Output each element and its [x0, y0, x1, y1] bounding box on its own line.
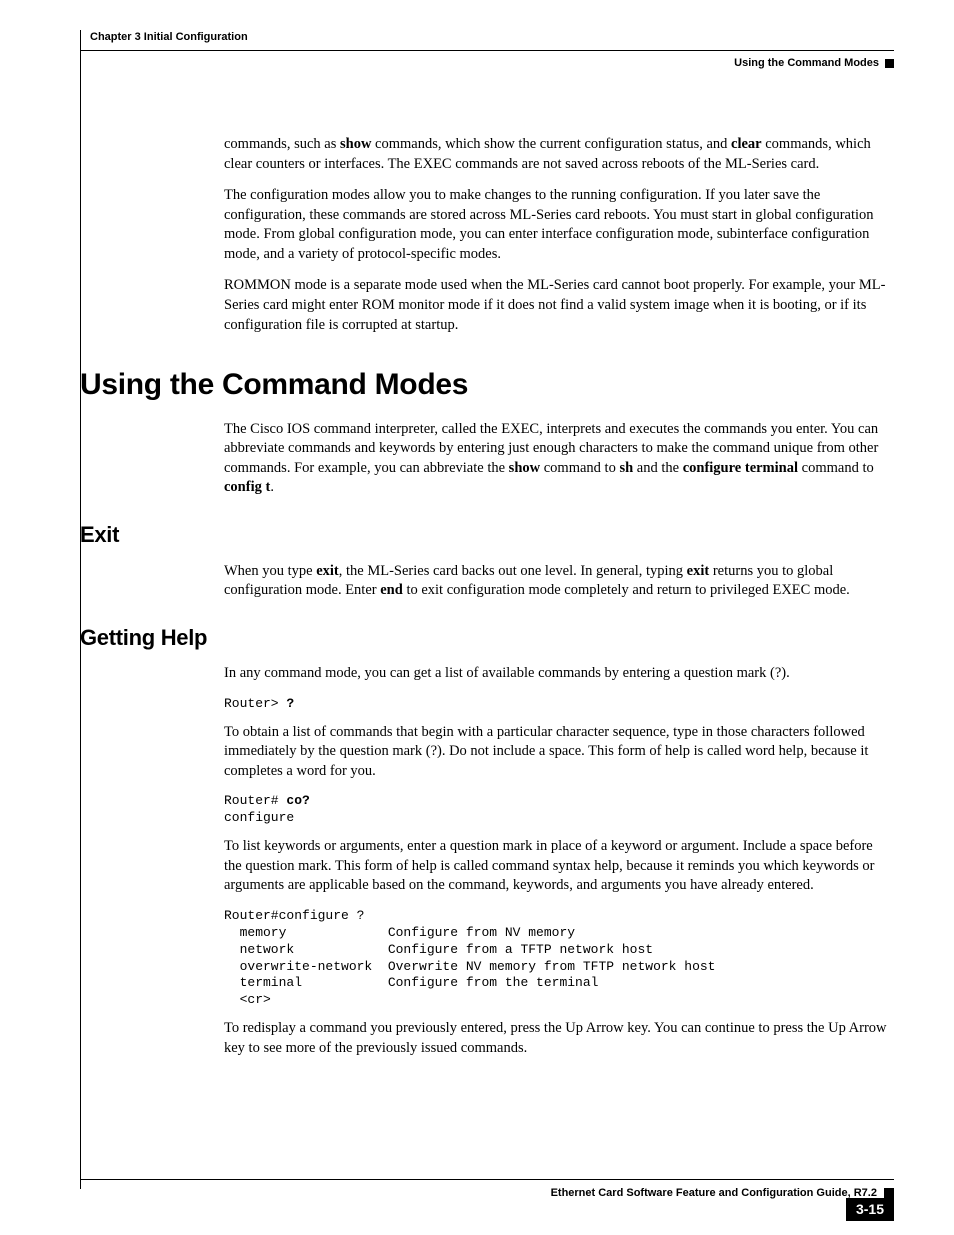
chapter-label: Chapter 3 Initial Configuration: [90, 30, 894, 45]
header-block-icon: [885, 59, 894, 68]
code-block-2: Router# co? configure: [224, 793, 894, 827]
section-crumb-text: Using the Command Modes: [734, 57, 879, 69]
code-block-1: Router> ?: [224, 696, 894, 713]
exit-p1: When you type exit, the ML-Series card b…: [224, 562, 894, 601]
footer-title: Ethernet Card Software Feature and Confi…: [80, 1186, 894, 1201]
using-p1: The Cisco IOS command interpreter, calle…: [224, 420, 894, 498]
intro-p1: commands, such as show commands, which s…: [224, 135, 894, 174]
help-p4: To redisplay a command you previously en…: [224, 1019, 894, 1058]
footer-block-icon: [884, 1188, 894, 1198]
heading-exit: Exit: [80, 520, 894, 550]
intro-p2: The configuration modes allow you to mak…: [224, 186, 894, 264]
intro-p3: ROMMON mode is a separate mode used when…: [224, 276, 894, 335]
heading-using-command-modes: Using the Command Modes: [80, 365, 894, 406]
code-block-3: Router#configure ? memory Configure from…: [224, 908, 894, 1009]
section-crumb: Using the Command Modes: [734, 56, 894, 71]
page-number: 3-15: [846, 1198, 894, 1221]
help-p1: In any command mode, you can get a list …: [224, 664, 894, 684]
help-p3: To list keywords or arguments, enter a q…: [224, 837, 894, 896]
heading-getting-help: Getting Help: [80, 623, 894, 653]
help-p2: To obtain a list of commands that begin …: [224, 723, 894, 782]
